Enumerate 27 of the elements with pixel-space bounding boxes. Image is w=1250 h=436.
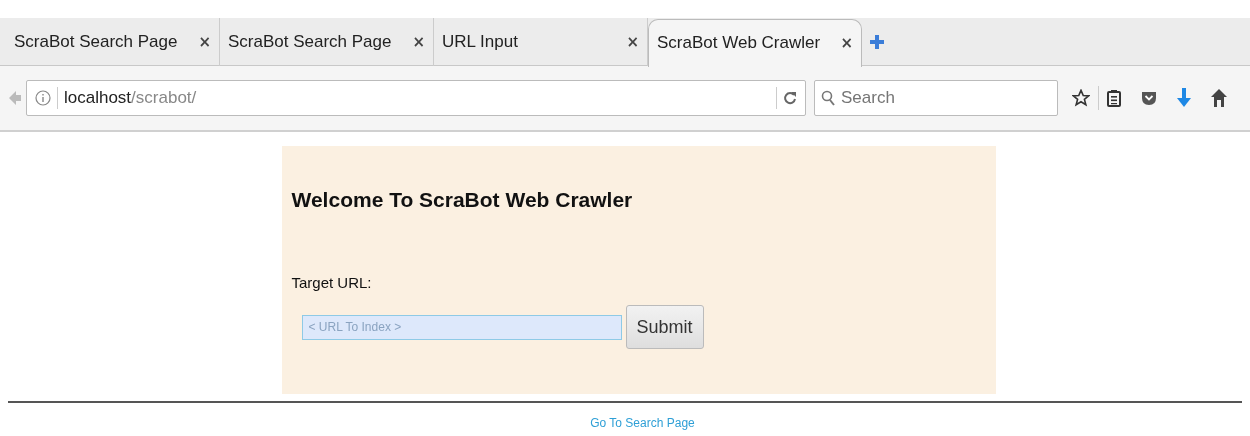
search-field[interactable]: Search <box>814 80 1058 116</box>
field-label: Target URL: <box>291 274 373 291</box>
tab-close-button[interactable]: × <box>412 32 425 51</box>
submit-button[interactable]: Submit <box>625 305 704 349</box>
new-tab-icon[interactable] <box>870 34 884 49</box>
browser-tab[interactable]: ScraBot Web Crawler × <box>648 18 862 67</box>
url-field[interactable]: < URL To Index > <box>301 314 622 340</box>
browser-tab[interactable]: ScraBot Search Page × <box>6 17 220 66</box>
home-icon[interactable] <box>1211 89 1227 107</box>
url-host: localhost <box>64 88 132 107</box>
clipboard-icon[interactable] <box>1107 89 1121 107</box>
tab-close-button[interactable]: × <box>626 32 639 51</box>
reload-icon[interactable] <box>783 91 797 105</box>
shield-icon[interactable] <box>1141 90 1157 106</box>
tab-title: ScraBot Search Page <box>228 31 392 52</box>
tab-title: ScraBot Search Page <box>14 31 178 52</box>
address-bar[interactable]: localhost/scrabot/ <box>26 80 806 116</box>
url-path: /scrabot/ <box>131 88 197 107</box>
page-heading: Welcome To ScraBot Web Crawler <box>291 188 634 212</box>
download-icon[interactable] <box>1177 88 1191 108</box>
tab-title: ScraBot Web Crawler <box>657 33 821 53</box>
tab-title: URL Input <box>442 31 518 52</box>
tab-close-button[interactable]: × <box>840 34 853 52</box>
browser-tab[interactable]: ScraBot Search Page × <box>220 17 434 66</box>
info-icon[interactable] <box>35 90 51 106</box>
tab-close-button[interactable]: × <box>198 32 211 51</box>
star-icon[interactable] <box>1072 89 1090 107</box>
